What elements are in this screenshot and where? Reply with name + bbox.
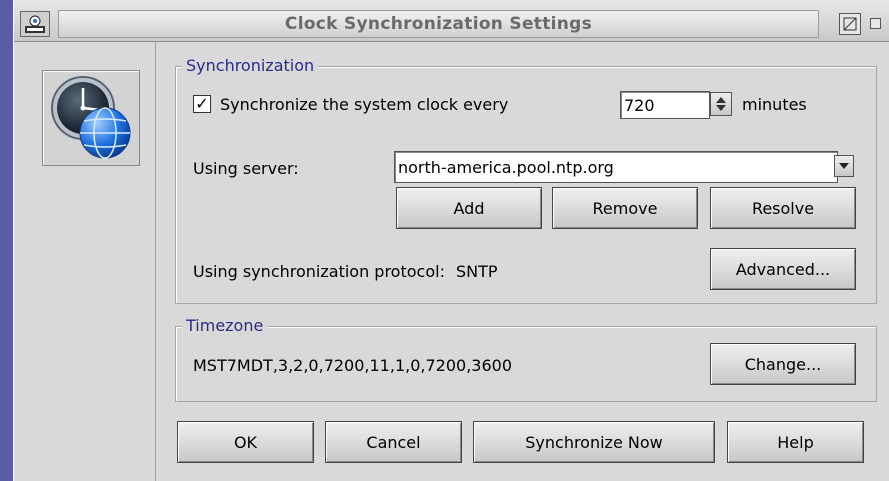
clock-sync-dialog: Clock Synchronization Settings Synchroni… [13, 0, 889, 481]
protocol-label: Using synchronization protocol: [193, 262, 445, 281]
change-timezone-button[interactable]: Change... [710, 343, 856, 385]
system-menu-icon[interactable] [20, 11, 50, 37]
window-title: Clock Synchronization Settings [58, 10, 819, 38]
maximize-icon[interactable] [839, 13, 861, 35]
advanced-button[interactable]: Advanced... [710, 248, 856, 290]
remove-server-button[interactable]: Remove [552, 187, 698, 229]
server-select[interactable]: north-america.pool.ntp.org [394, 151, 838, 183]
synchronize-now-button[interactable]: Synchronize Now [473, 421, 715, 463]
cancel-button[interactable]: Cancel [325, 421, 462, 463]
chevron-down-icon[interactable] [834, 155, 854, 177]
help-button[interactable]: Help [727, 421, 864, 463]
minimize-icon[interactable] [870, 18, 881, 29]
ok-button[interactable]: OK [177, 421, 314, 463]
timezone-value: MST7MDT,3,2,0,7200,11,1,0,7200,3600 [193, 356, 512, 375]
icon-pane [14, 42, 156, 481]
title-bar: Clock Synchronization Settings [14, 0, 889, 42]
protocol-value: SNTP [456, 262, 498, 281]
clock-globe-icon [42, 70, 140, 166]
interval-unit-label: minutes [742, 95, 807, 114]
timezone-group-label: Timezone [182, 316, 268, 335]
sync-checkbox-label: Synchronize the system clock every [220, 95, 509, 114]
interval-input[interactable]: 720 [620, 91, 710, 119]
synchronization-group: Synchronization ✓ Synchronize the system… [175, 56, 877, 304]
server-label: Using server: [193, 159, 299, 178]
resolve-server-button[interactable]: Resolve [710, 187, 856, 229]
add-server-button[interactable]: Add [396, 187, 542, 229]
sync-enable-checkbox[interactable]: ✓ [193, 95, 211, 113]
spin-arrows-icon[interactable] [710, 92, 732, 116]
timezone-group: Timezone MST7MDT,3,2,0,7200,11,1,0,7200,… [175, 316, 877, 402]
synchronization-group-label: Synchronization [182, 56, 319, 75]
